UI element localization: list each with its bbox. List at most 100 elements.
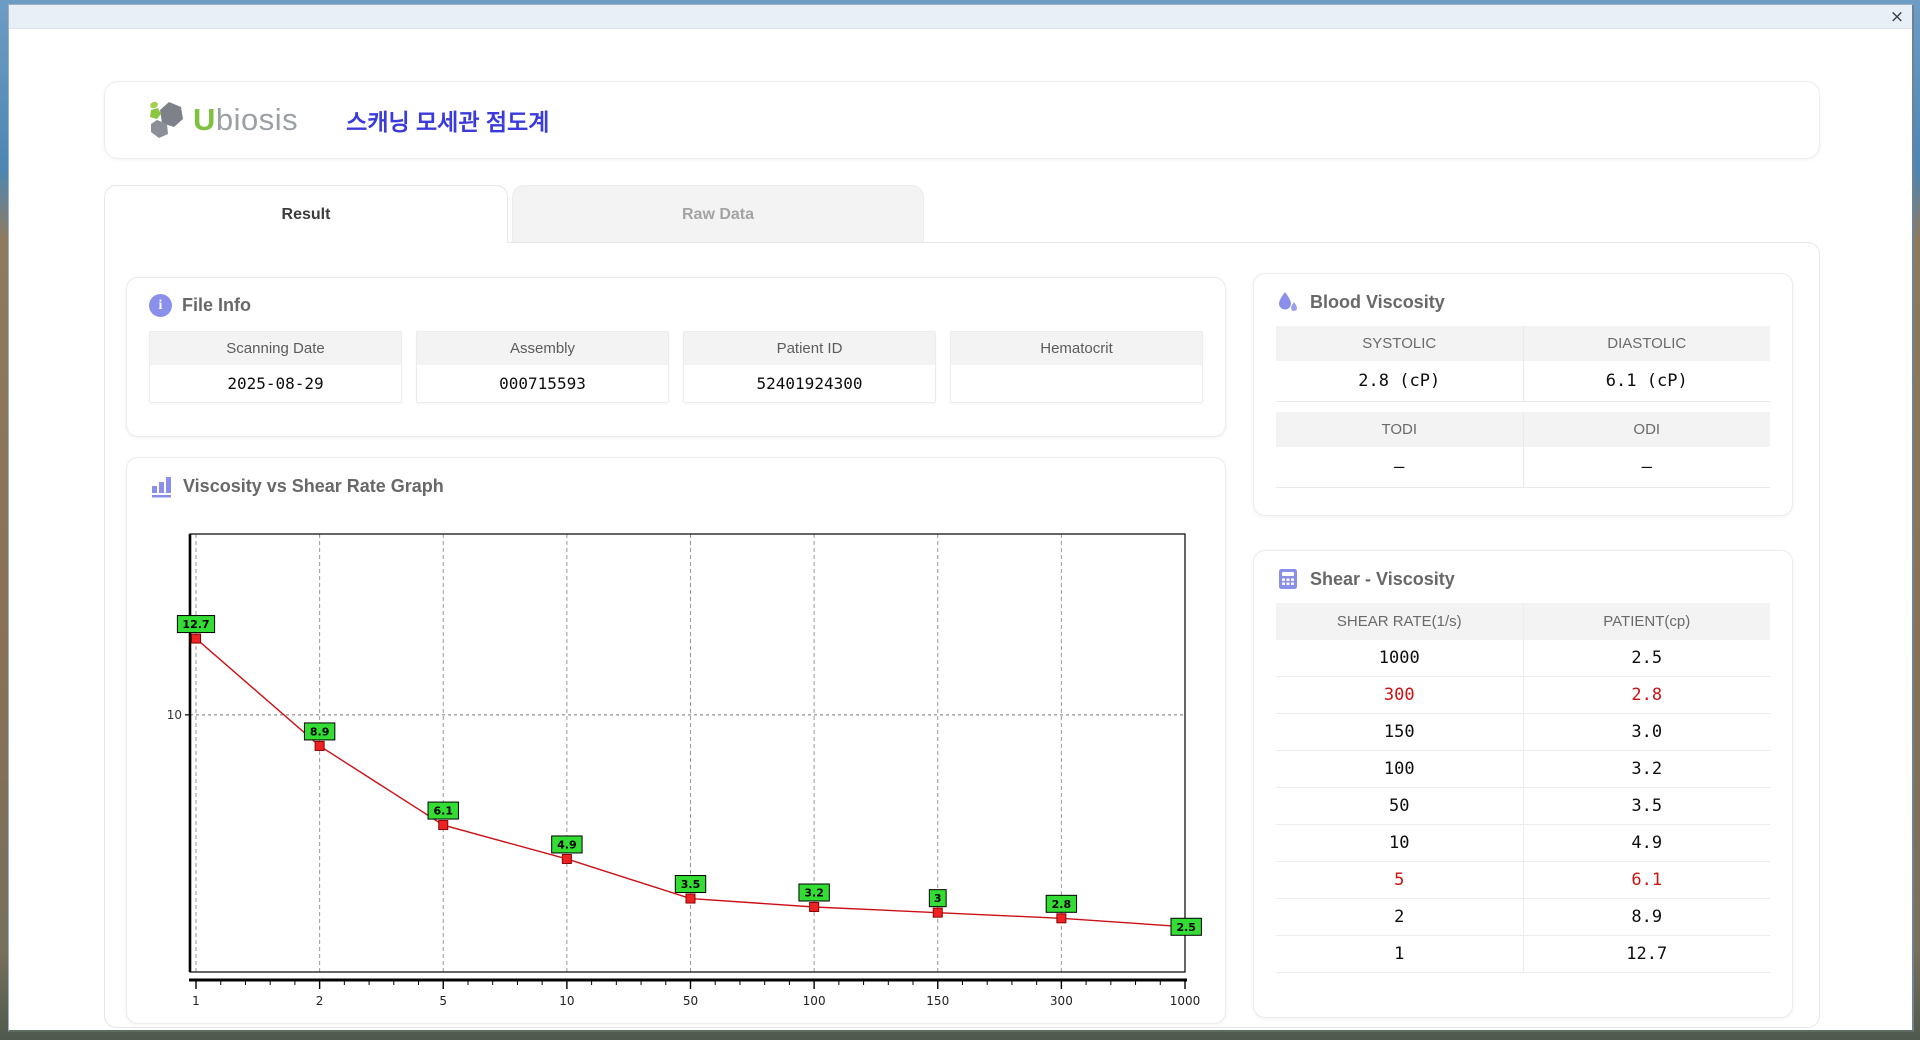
svg-text:2.5: 2.5 (1176, 921, 1196, 934)
close-icon[interactable]: × (1882, 6, 1912, 28)
shear-rate-cell: 150 (1276, 713, 1524, 751)
bv-header-cell: SYSTOLIC (1276, 326, 1524, 361)
ubiosis-logo: Ubiosis (147, 98, 298, 142)
col-patient: PATIENT(cp) (1523, 603, 1770, 640)
file-info-field: Scanning Date 2025-08-29 (149, 331, 402, 403)
svg-text:6.1: 6.1 (434, 805, 454, 818)
table-row: 300 2.8 (1276, 676, 1770, 714)
shear-rate-cell: 100 (1276, 750, 1524, 788)
result-tab-panel: i File Info Scanning Date 2025-08-29 Assem… (104, 242, 1820, 1028)
viscosity-chart-svg: 10 1 2 5 10 50 100 150 300 1000 12.7 8.9 6.1 4.9 3.5 3.… (167, 533, 1202, 1008)
patient-viscosity-cell: 8.9 (1523, 898, 1770, 936)
patient-viscosity-cell: 12.7 (1523, 935, 1770, 973)
patient-viscosity-cell: 3.2 (1523, 750, 1770, 788)
shear-rate-cell: 300 (1276, 676, 1524, 714)
file-info-card: i File Info Scanning Date 2025-08-29 Assem… (126, 277, 1226, 437)
table-row: 150 3.0 (1276, 713, 1770, 751)
tab-result[interactable]: Result (104, 185, 508, 243)
svg-text:4.9: 4.9 (557, 838, 577, 851)
app-window: × Ubiosis 스캐닝 모세관 점도계 Result Raw Data i (8, 4, 1914, 1032)
shear-rate-cell: 1000 (1276, 640, 1524, 677)
patient-viscosity-cell: 3.5 (1523, 787, 1770, 825)
svg-text:2: 2 (316, 994, 324, 1008)
logo-text-u: U (193, 102, 216, 137)
shear-rate-cell: 5 (1276, 861, 1524, 899)
patient-viscosity-cell: 4.9 (1523, 824, 1770, 862)
viscosity-chart: 10 1 2 5 10 50 100 150 300 1000 12.7 8.9 6.1 4.9 3.5 3.… (141, 520, 1213, 1012)
file-info-fields: Scanning Date 2025-08-29 Assembly 000715593… (127, 317, 1225, 403)
field-label: Assembly (417, 332, 668, 365)
patient-viscosity-cell: 3.0 (1523, 713, 1770, 751)
svg-text:1000: 1000 (1170, 994, 1201, 1008)
svg-text:100: 100 (803, 994, 826, 1008)
field-label: Patient ID (684, 332, 935, 365)
svg-text:12.7: 12.7 (182, 618, 209, 631)
shear-rate-cell: 50 (1276, 787, 1524, 825)
patient-viscosity-cell: 6.1 (1523, 861, 1770, 899)
bv-value-cell: 2.8 (cP) (1276, 361, 1524, 402)
svg-text:5: 5 (439, 994, 447, 1008)
shear-rate-cell: 1 (1276, 935, 1524, 973)
bar-chart-icon (149, 474, 173, 498)
svg-text:1: 1 (192, 994, 200, 1008)
table-row: 1 12.7 (1276, 935, 1770, 973)
shear-rate-cell: 2 (1276, 898, 1524, 936)
tab-raw-data-label: Raw Data (681, 205, 755, 223)
info-icon: i (149, 294, 172, 317)
viscosity-graph-card: Viscosity vs Shear Rate Graph 10 1 2 5 10 50 1… (126, 457, 1226, 1024)
svg-text:300: 300 (1050, 994, 1073, 1008)
svg-text:50: 50 (683, 994, 698, 1008)
bv-value-cell: 6.1 (cP) (1523, 361, 1770, 402)
svg-text:2.8: 2.8 (1052, 898, 1072, 911)
blood-viscosity-title: Blood Viscosity (1310, 291, 1445, 312)
svg-text:10: 10 (559, 994, 574, 1008)
app-title: 스캐닝 모세관 점도계 (346, 109, 550, 135)
blood-viscosity-table: SYSTOLIC DIASTOLIC 2.8 (cP) 6.1 (cP) TODI ODI… (1254, 314, 1792, 488)
shear-rate-cell: 10 (1276, 824, 1524, 862)
shear-viscosity-card: Shear - Viscosity SHEAR RATE(1/s) PATIEN… (1253, 550, 1793, 1018)
droplets-icon (1276, 290, 1300, 314)
field-label: Hematocrit (951, 332, 1202, 365)
bv-header-cell: TODI (1276, 412, 1524, 447)
table-row: 50 3.5 (1276, 787, 1770, 825)
table-row: 1000 2.5 (1276, 640, 1770, 677)
field-value: 52401924300 (684, 365, 935, 402)
title-bar: × (9, 5, 1912, 29)
tab-raw-data[interactable]: Raw Data (512, 185, 924, 243)
table-row: 10 4.9 (1276, 824, 1770, 862)
bv-value-cell: – (1276, 447, 1524, 488)
table-row: 2 8.9 (1276, 898, 1770, 936)
field-value: 000715593 (417, 365, 668, 402)
field-value: 2025-08-29 (150, 365, 401, 402)
calculator-icon (1276, 567, 1300, 591)
field-label: Scanning Date (150, 332, 401, 365)
blood-viscosity-card: Blood Viscosity SYSTOLIC DIASTOLIC 2.8 (cP… (1253, 273, 1793, 516)
field-value (951, 365, 1202, 402)
shear-viscosity-title: Shear - Viscosity (1310, 568, 1455, 589)
bv-header-cell: ODI (1523, 412, 1770, 447)
file-info-title: File Info (182, 295, 251, 315)
file-info-field: Hematocrit (950, 331, 1203, 403)
svg-text:150: 150 (926, 994, 949, 1008)
table-row: 100 3.2 (1276, 750, 1770, 788)
patient-viscosity-cell: 2.5 (1523, 640, 1770, 677)
svg-text:3.5: 3.5 (681, 878, 701, 891)
bv-value-cell: – (1523, 447, 1770, 488)
graph-title: Viscosity vs Shear Rate Graph (183, 475, 444, 496)
file-info-field: Patient ID 52401924300 (683, 331, 936, 403)
svg-text:10: 10 (167, 708, 182, 722)
file-info-field: Assembly 000715593 (416, 331, 669, 403)
svg-text:8.9: 8.9 (310, 725, 330, 738)
tab-result-label: Result (281, 205, 331, 223)
ubiosis-logo-icon (150, 101, 183, 138)
shear-viscosity-table: SHEAR RATE(1/s) PATIENT(cp) 1000 2.5 300 2.… (1276, 603, 1770, 973)
header-card: Ubiosis 스캐닝 모세관 점도계 (104, 81, 1820, 159)
table-row: 5 6.1 (1276, 861, 1770, 899)
col-shear-rate: SHEAR RATE(1/s) (1276, 603, 1524, 640)
svg-text:3.2: 3.2 (804, 887, 824, 900)
desktop: { "window": { "close_label": "×" }, "hea… (0, 0, 1920, 1040)
patient-viscosity-cell: 2.8 (1523, 676, 1770, 714)
bv-header-cell: DIASTOLIC (1523, 326, 1770, 361)
logo-text-rest: biosis (215, 102, 299, 137)
svg-text:3: 3 (934, 892, 942, 905)
